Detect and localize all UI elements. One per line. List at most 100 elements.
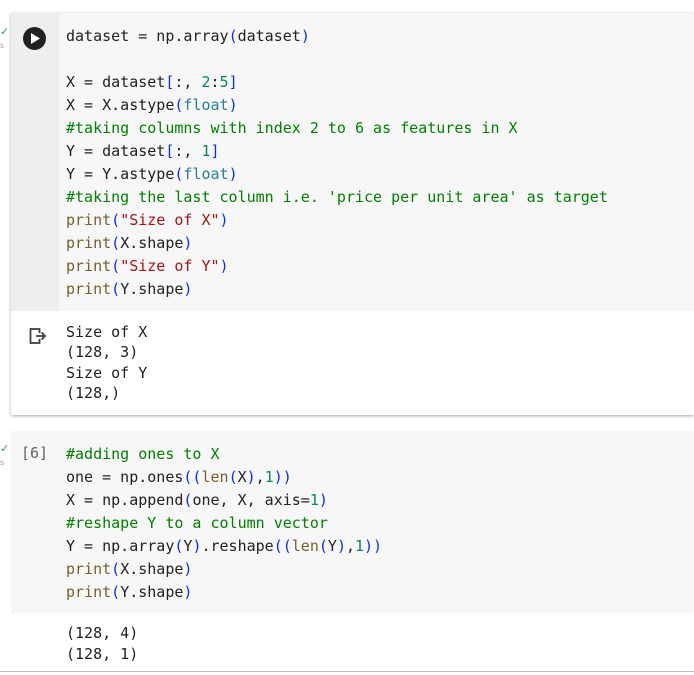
- code-token: 1: [264, 468, 274, 486]
- code-token: ]: [228, 73, 238, 91]
- output-line: (128, 4): [66, 624, 139, 642]
- code-token: dataset = np.array: [66, 27, 229, 45]
- code-token: Y.shape: [120, 280, 184, 298]
- code-token: (: [111, 234, 121, 252]
- code-line: print(X.shape): [66, 232, 608, 255]
- code-line: print("Size of Y"): [66, 255, 608, 278]
- code-text-2[interactable]: #adding ones to X one = np.ones((len(X),1…: [66, 443, 382, 604]
- code-token: X.shape: [120, 560, 184, 578]
- code-token: (: [228, 27, 238, 45]
- code-line: X = X.astype(float): [66, 94, 608, 117]
- code-token: print: [66, 560, 112, 578]
- output-line: (128,): [66, 383, 121, 402]
- execution-count: [6]: [21, 444, 49, 462]
- code-token: print: [66, 257, 112, 275]
- code-token: dataset: [237, 27, 301, 45]
- code-line: dataset = np.array(dataset): [66, 25, 608, 48]
- code-token: "Size of X": [120, 211, 220, 229]
- code-token: .reshape: [201, 537, 274, 555]
- code-line: X = np.append(one, X, axis=1): [66, 489, 382, 512]
- code-token: :,: [174, 142, 202, 160]
- code-token: (: [111, 583, 121, 601]
- code-token: )): [364, 537, 383, 555]
- code-line: Y = Y.astype(float): [66, 163, 608, 186]
- code-token: print: [66, 234, 112, 252]
- code-token: X.shape: [120, 234, 184, 252]
- code-token: (: [111, 280, 121, 298]
- code-token: 5: [219, 73, 229, 91]
- code-line: Y = dataset[:, 1]: [66, 140, 608, 163]
- output-redirect-icon[interactable]: [29, 327, 49, 345]
- run-cell-button[interactable]: [23, 27, 46, 50]
- code-line: print("Size of X"): [66, 209, 608, 232]
- code-token: ): [336, 537, 346, 555]
- code-token: ): [300, 27, 310, 45]
- code-text-1[interactable]: dataset = np.array(dataset) X = dataset[…: [66, 25, 608, 301]
- code-token: ): [219, 211, 229, 229]
- code-token: #reshape Y to a column vector: [66, 514, 328, 532]
- code-token: ,: [345, 537, 355, 555]
- code-token: ): [183, 583, 193, 601]
- code-token: Y: [327, 537, 337, 555]
- code-token: float: [183, 96, 229, 114]
- code-token: 1: [355, 537, 365, 555]
- code-token: ): [183, 234, 193, 252]
- code-line: #taking columns with index 2 to 6 as fea…: [66, 117, 608, 140]
- code-token: ): [219, 257, 229, 275]
- code-token: ((: [183, 468, 202, 486]
- code-token: (: [228, 468, 238, 486]
- code-line: print(X.shape): [66, 558, 382, 581]
- code-token: ): [246, 468, 256, 486]
- code-token: ): [183, 560, 193, 578]
- code-token: ((: [273, 537, 292, 555]
- code-token: X = X.astype: [66, 96, 175, 114]
- code-token: )): [273, 468, 292, 486]
- code-token: len: [201, 468, 229, 486]
- code-line: one = np.ones((len(X),1)): [66, 466, 382, 489]
- code-token: ,: [255, 468, 265, 486]
- code-token: one, X, axis=: [192, 491, 310, 509]
- code-token: :: [210, 73, 220, 91]
- cell-1-output: Size of X (128, 3) Size of Y (128,): [66, 322, 147, 403]
- code-token: ): [183, 280, 193, 298]
- code-cell-1[interactable]: dataset = np.array(dataset) X = dataset[…: [11, 13, 694, 415]
- code-token: ): [318, 491, 328, 509]
- code-token: :,: [174, 73, 202, 91]
- cell-gutter: [11, 13, 59, 311]
- play-icon: [30, 33, 40, 44]
- code-line: #reshape Y to a column vector: [66, 512, 382, 535]
- cell-divider: [0, 671, 694, 672]
- code-token: float: [183, 165, 229, 183]
- output-line: (128, 1): [66, 645, 139, 663]
- code-token: ): [228, 96, 238, 114]
- code-line: Y = np.array(Y).reshape((len(Y),1)): [66, 535, 382, 558]
- code-token: (: [111, 211, 121, 229]
- output-line: Size of Y: [66, 363, 148, 382]
- code-token: #adding ones to X: [66, 445, 220, 463]
- code-token: 2: [201, 73, 211, 91]
- code-token: "Size of Y": [120, 257, 220, 275]
- cell-2-output: (128, 4) (128, 1): [66, 623, 138, 665]
- code-line: print(Y.shape): [66, 581, 382, 604]
- code-line: #taking the last column i.e. 'price per …: [66, 186, 608, 209]
- code-token: Y = dataset: [66, 142, 166, 160]
- code-token: (: [111, 560, 121, 578]
- code-token: Y = Y.astype: [66, 165, 175, 183]
- exec-time-label-2: s: [0, 458, 5, 467]
- output-line: Size of X: [66, 323, 148, 341]
- code-token: 1: [309, 491, 319, 509]
- executed-check-icon-2: ✓: [0, 442, 10, 455]
- code-cell-2[interactable]: [6] #adding ones to X one = np.ones((len(…: [11, 431, 694, 614]
- code-line: #adding ones to X: [66, 443, 382, 466]
- code-token: #taking columns with index 2 to 6 as fea…: [66, 119, 518, 137]
- output-line: (128, 3): [66, 343, 139, 362]
- code-token: (: [318, 537, 328, 555]
- code-editor-1[interactable]: dataset = np.array(dataset) X = dataset[…: [11, 13, 694, 311]
- code-token: 1: [201, 142, 211, 160]
- code-token: print: [66, 583, 112, 601]
- code-token: ): [228, 165, 238, 183]
- code-token: X = np.append: [66, 491, 184, 509]
- code-line: X = dataset[:, 2:5]: [66, 71, 608, 94]
- executed-check-icon: ✓: [0, 25, 10, 38]
